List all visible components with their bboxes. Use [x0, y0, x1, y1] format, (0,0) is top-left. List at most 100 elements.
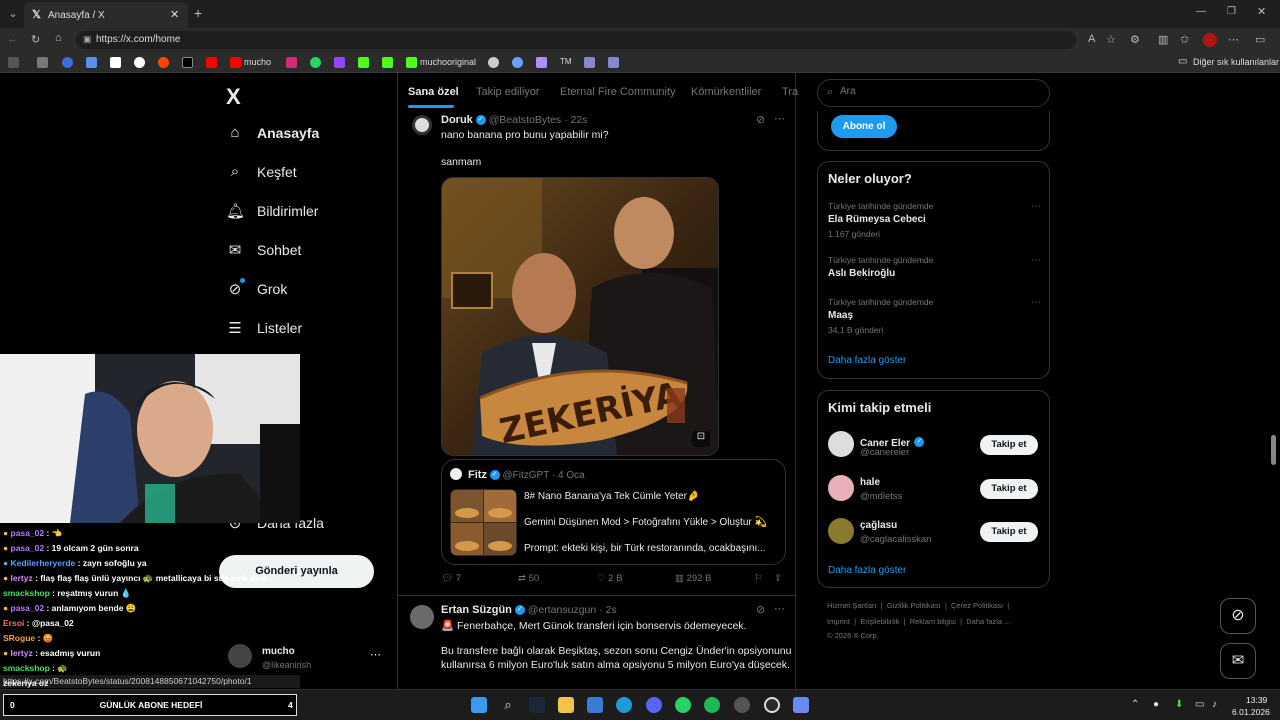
instagram-icon[interactable]: [286, 57, 297, 68]
split-screen-icon[interactable]: ▥: [1158, 33, 1168, 46]
file-explorer-icon[interactable]: [558, 697, 574, 713]
user-name[interactable]: çağlasu: [860, 520, 897, 531]
bookmark-icon[interactable]: ⚐: [754, 573, 763, 584]
bookmark-icon[interactable]: [512, 57, 523, 68]
search-input[interactable]: [840, 86, 1030, 97]
avatar[interactable]: [828, 431, 854, 457]
bookmark-icon[interactable]: [86, 57, 97, 68]
more-menu-icon[interactable]: ⋯: [1228, 33, 1239, 46]
quote-card[interactable]: Fitz ✓ @FitzGPT · 4 Oca 8# Nano Banana'y…: [441, 459, 786, 565]
show-more-link[interactable]: Daha fazla göster: [828, 565, 906, 576]
favorites-icon[interactable]: ✩: [1180, 33, 1189, 46]
edge-icon[interactable]: [616, 697, 632, 713]
reddit-icon[interactable]: [158, 57, 169, 68]
spotify-icon[interactable]: [704, 697, 720, 713]
footer-link[interactable]: Gizlilik Politikası: [887, 601, 941, 610]
bookmark-label[interactable]: TM: [560, 57, 572, 66]
gmail-icon[interactable]: [110, 57, 121, 68]
tab-eternal-fire[interactable]: Eternal Fire Community: [560, 86, 676, 98]
bookmark-label[interactable]: muchooriginal: [420, 57, 476, 67]
repost-button[interactable]: ⇄ 50: [518, 573, 539, 584]
tweet-handle[interactable]: @BeatstoBytes: [489, 114, 562, 126]
close-tab-icon[interactable]: ✕: [170, 8, 179, 21]
subscribe-button[interactable]: Abone ol: [831, 115, 897, 138]
avatar[interactable]: [410, 605, 434, 629]
clock-time[interactable]: 13:39: [1246, 695, 1267, 705]
more-icon[interactable]: ⋯: [774, 602, 785, 615]
restore-icon[interactable]: ❐: [1227, 6, 1236, 17]
footer-link[interactable]: Erişilebilirlik: [860, 617, 899, 626]
account-more-icon[interactable]: ⋯: [370, 648, 381, 661]
bookmark-icon[interactable]: [488, 57, 499, 68]
app-icon[interactable]: [793, 697, 809, 713]
app-icon[interactable]: [734, 697, 750, 713]
x-logo[interactable]: X: [226, 84, 241, 110]
read-aloud-icon[interactable]: A: [1088, 33, 1095, 45]
google-icon[interactable]: [134, 57, 145, 68]
footer-link[interactable]: Hizmet Şartları: [827, 601, 877, 610]
bookmark-label[interactable]: mucho: [244, 57, 271, 67]
share-icon[interactable]: ⇪: [774, 573, 782, 584]
favorite-star-icon[interactable]: ☆: [1106, 33, 1116, 46]
bookmark-icon[interactable]: [608, 57, 619, 68]
browser-tab[interactable]: 𝕏 Anasayfa / X ✕: [24, 2, 188, 28]
grok-icon[interactable]: ⊘: [756, 113, 765, 126]
avatar[interactable]: [828, 518, 854, 544]
tab-komurkentliler[interactable]: Kömürkentliler: [691, 86, 761, 98]
trend-item[interactable]: Türkiye tarihinde gündemde Aslı Bekiroğl…: [828, 255, 1041, 285]
bookmark-icon[interactable]: [536, 57, 547, 68]
youtube-icon[interactable]: [230, 57, 241, 68]
kick-icon[interactable]: [382, 57, 393, 68]
tweet-handle[interactable]: @ertansuzgun: [528, 604, 596, 616]
minimize-icon[interactable]: —: [1196, 6, 1206, 17]
more-icon[interactable]: ⋯: [1031, 201, 1041, 212]
close-window-icon[interactable]: ✕: [1257, 5, 1266, 18]
refresh-icon[interactable]: ↻: [31, 33, 40, 46]
kick-icon[interactable]: [358, 57, 369, 68]
footer-link[interactable]: Çerez Politikası: [951, 601, 1003, 610]
store-icon[interactable]: [587, 697, 603, 713]
follow-button[interactable]: Takip et: [980, 435, 1038, 455]
twitch-icon[interactable]: [334, 57, 345, 68]
tweet-time[interactable]: · 22s: [564, 114, 587, 126]
whatsapp-icon[interactable]: [310, 57, 321, 68]
footer-link[interactable]: Imprint: [827, 617, 850, 626]
kick-icon[interactable]: [406, 57, 417, 68]
alt-icon[interactable]: ⊡: [692, 431, 710, 447]
user-name[interactable]: hale: [860, 477, 880, 488]
search-box[interactable]: ⌕: [817, 79, 1050, 107]
views-button[interactable]: ▥ 292 B: [675, 573, 711, 584]
new-tab-icon[interactable]: +: [194, 5, 202, 21]
grok-icon[interactable]: ⊘: [756, 603, 765, 616]
scrollbar-thumb[interactable]: [1271, 435, 1276, 465]
bookmark-icon[interactable]: [37, 57, 48, 68]
network-icon[interactable]: ▭: [1195, 699, 1204, 710]
bookmark-icon[interactable]: [8, 57, 19, 68]
whatsapp-icon[interactable]: [675, 697, 691, 713]
show-more-link[interactable]: Daha fazla göster: [828, 355, 906, 366]
discord-icon[interactable]: [646, 697, 662, 713]
more-icon[interactable]: ⋯: [1031, 297, 1041, 308]
tab-for-you[interactable]: Sana özel: [408, 86, 459, 98]
avatar[interactable]: [412, 115, 432, 135]
tab-more[interactable]: Tra: [782, 86, 798, 98]
more-icon[interactable]: ⋯: [774, 112, 785, 125]
steam-icon[interactable]: [529, 697, 545, 713]
follow-button[interactable]: Takip et: [980, 522, 1038, 542]
search-icon[interactable]: ⌕: [500, 697, 516, 713]
footer-link[interactable]: Reklam bilgisi: [910, 617, 956, 626]
messages-fab[interactable]: ✉: [1220, 643, 1256, 679]
more-icon[interactable]: ⋯: [1031, 255, 1041, 266]
volume-icon[interactable]: ♪: [1212, 699, 1217, 710]
clock-date[interactable]: 6.01.2026: [1232, 707, 1270, 717]
youtube-icon[interactable]: [206, 57, 217, 68]
url-field[interactable]: ▣ https://x.com/home: [76, 31, 1076, 49]
back-icon[interactable]: ←: [7, 33, 18, 45]
trend-item[interactable]: Türkiye tarihinde gündemde Maaş 34,1 B g…: [828, 297, 1041, 337]
like-button[interactable]: ♡ 2 B: [597, 573, 622, 584]
start-icon[interactable]: [471, 697, 487, 713]
follow-button[interactable]: Takip et: [980, 479, 1038, 499]
avatar[interactable]: [828, 475, 854, 501]
tab-following[interactable]: Takip ediliyor: [476, 86, 540, 98]
tray-icon[interactable]: ⬇: [1175, 699, 1183, 710]
